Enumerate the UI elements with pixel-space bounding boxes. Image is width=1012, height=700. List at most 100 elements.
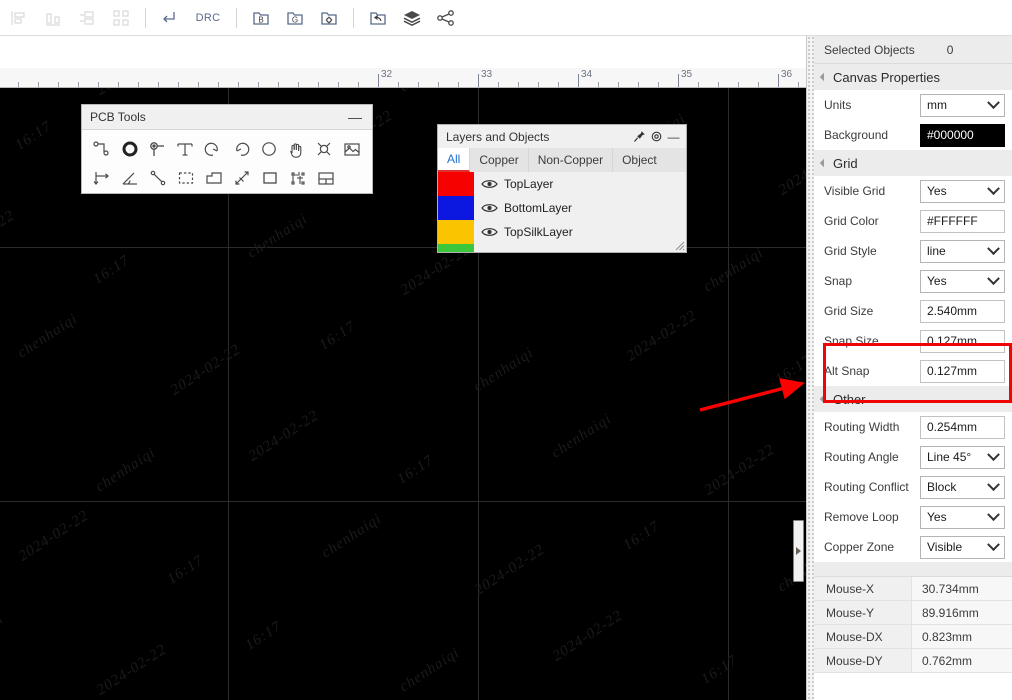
layers-stack-icon[interactable] (395, 3, 429, 33)
list-item[interactable]: TopLayer (438, 172, 686, 196)
list-item[interactable] (438, 244, 686, 252)
watermark-text: 16:17 (12, 118, 55, 154)
units-value: mm (927, 98, 947, 112)
bom-folder-icon[interactable]: B (244, 3, 278, 33)
panel-splitter-handle[interactable] (793, 520, 804, 582)
track-tool[interactable] (88, 134, 116, 163)
minimize-icon[interactable]: — (665, 128, 682, 145)
gear-icon[interactable] (648, 128, 665, 145)
layers-and-objects-panel[interactable]: Layers and Objects — All Copper Non-Copp… (437, 124, 687, 253)
gerber-folder-icon[interactable]: G (278, 3, 312, 33)
pick-place-folder-icon[interactable] (312, 3, 346, 33)
list-item[interactable]: BottomLayer (438, 196, 686, 220)
units-select[interactable]: mm (920, 93, 1005, 117)
layers-tab-non-copper[interactable]: Non-Copper (529, 148, 614, 172)
mouse-status-table: Mouse-X 30.734mm Mouse-Y 89.916mm Mouse-… (814, 576, 1012, 673)
section-title: Other (833, 391, 866, 407)
drc-button[interactable]: DRC (187, 3, 229, 33)
rectangle-tool[interactable] (256, 163, 284, 192)
layer-color-swatch[interactable] (438, 172, 474, 196)
ruler-tick-minor (238, 82, 239, 87)
marquee-tool[interactable] (172, 163, 200, 192)
table-row: Mouse-DX 0.823mm (814, 625, 1012, 649)
grid-color-field[interactable]: #FFFFFF (920, 209, 1005, 233)
eye-icon[interactable] (474, 226, 504, 238)
snap-size-field[interactable]: 0.127mm (920, 329, 1005, 353)
circle-tool[interactable] (255, 134, 283, 163)
grid-arrange-icon[interactable] (104, 3, 138, 33)
table-row: Mouse-DY 0.762mm (814, 649, 1012, 673)
pcb-tools-panel[interactable]: PCB Tools — (81, 104, 373, 194)
import-back-icon[interactable] (361, 3, 395, 33)
routing-conflict-select[interactable]: Block (920, 475, 1005, 499)
mouse-dx-label: Mouse-DX (814, 625, 912, 648)
routing-angle-select[interactable]: Line 45° (920, 445, 1005, 469)
board-outline-tool[interactable] (312, 163, 340, 192)
toolbar-separator (353, 7, 354, 28)
ruler-tick-minor (438, 82, 439, 87)
polyline-tool[interactable] (144, 163, 172, 192)
pcb-tools-row-1 (88, 134, 366, 163)
pin-icon[interactable] (631, 128, 648, 145)
angle-tool[interactable] (116, 163, 144, 192)
grid-style-select[interactable]: line (920, 239, 1005, 263)
units-label: Units (824, 98, 852, 112)
ruler-tick-minor (538, 82, 539, 87)
layers-panel-titlebar[interactable]: Layers and Objects — (438, 125, 686, 148)
row-copper-zone: Copper Zone Visible (814, 532, 1012, 562)
layers-tab-all[interactable]: All (438, 148, 471, 172)
layer-color-swatch[interactable] (438, 220, 474, 244)
align-left-icon[interactable] (2, 3, 36, 33)
grid-size-field[interactable]: 2.540mm (920, 299, 1005, 323)
pcb-tools-row-2 (88, 163, 366, 192)
background-color-field[interactable]: #000000 (920, 123, 1005, 147)
arc-cw-tool[interactable] (199, 134, 227, 163)
layers-tab-copper[interactable]: Copper (470, 148, 529, 172)
layers-tab-object[interactable]: Object (613, 148, 666, 172)
panelize-tool[interactable] (284, 163, 312, 192)
horizontal-ruler[interactable]: 32 33 34 35 36 (0, 68, 806, 88)
ruler-tick-minor (218, 82, 219, 87)
pcb-canvas-area[interactable]: 3233343536 chenhaiqi2024-02-2216:17chenh… (0, 36, 806, 700)
net-route-icon[interactable] (153, 3, 187, 33)
ruler-tick-minor (158, 82, 159, 87)
text-tool[interactable] (171, 134, 199, 163)
eye-icon[interactable] (474, 202, 504, 214)
image-tool[interactable] (338, 134, 366, 163)
routing-width-field[interactable]: 0.254mm (920, 415, 1005, 439)
minimize-icon[interactable]: — (346, 108, 364, 126)
section-grid[interactable]: Grid (814, 150, 1012, 176)
visible-grid-select[interactable]: Yes (920, 179, 1005, 203)
pcb-tools-body (82, 130, 372, 194)
snap-select[interactable]: Yes (920, 269, 1005, 293)
pad-tool[interactable] (116, 134, 144, 163)
pcb-tools-titlebar[interactable]: PCB Tools — (82, 105, 372, 130)
hole-tool[interactable] (310, 134, 338, 163)
watermark-text: chenhaiqi (14, 310, 81, 362)
ruler-label: 33 (481, 69, 493, 80)
layer-color-swatch[interactable] (438, 244, 474, 252)
watermark-text: 16:17 (394, 452, 437, 488)
polygon-tool[interactable] (200, 163, 228, 192)
hand-tool[interactable] (283, 134, 311, 163)
copper-zone-select[interactable]: Visible (920, 535, 1005, 559)
section-canvas-properties[interactable]: Canvas Properties (814, 64, 1012, 90)
align-bottom-icon[interactable] (36, 3, 70, 33)
layer-color-swatch[interactable] (438, 196, 474, 220)
via-tool[interactable] (144, 134, 172, 163)
alt-snap-field[interactable]: 0.127mm (920, 359, 1005, 383)
chevron-down-icon (987, 447, 1000, 461)
eye-icon[interactable] (474, 178, 504, 190)
panel-drag-dots[interactable] (807, 36, 814, 700)
share-icon[interactable] (429, 3, 463, 33)
resize-grip-icon[interactable] (672, 238, 685, 251)
section-other[interactable]: Other (814, 386, 1012, 412)
list-item[interactable]: TopSilkLayer (438, 220, 686, 244)
remove-loop-select[interactable]: Yes (920, 505, 1005, 529)
watermark-text: 2024-02-22 (701, 441, 778, 499)
properties-panel: Selected Objects 0 Canvas Properties Uni… (806, 36, 1012, 700)
measure-tool[interactable] (228, 163, 256, 192)
distribute-icon[interactable] (70, 3, 104, 33)
arc-ccw-tool[interactable] (227, 134, 255, 163)
dimension-tool[interactable] (88, 163, 116, 192)
